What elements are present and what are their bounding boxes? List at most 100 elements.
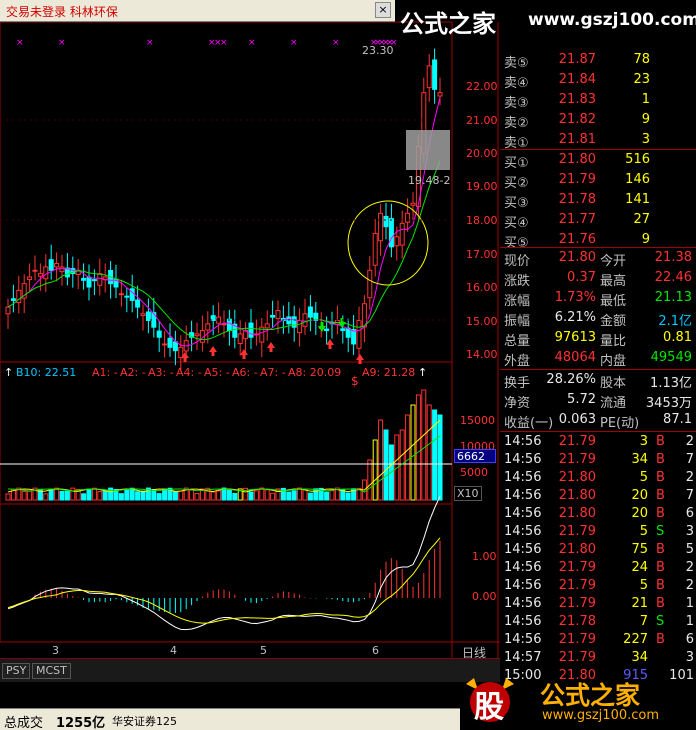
- candle-body: [59, 266, 65, 273]
- tick-row[interactable]: 14:56 21.80 5 B 2: [500, 468, 696, 488]
- stat-row[interactable]: 振幅 6.21% 金额 2.1亿: [500, 308, 696, 329]
- ask-row[interactable]: 卖② 21.82 9: [500, 110, 696, 131]
- tick-row[interactable]: 14:56 21.79 3 B 2: [500, 432, 696, 452]
- candle-body: [145, 311, 151, 322]
- bid-row[interactable]: 买② 21.79 146: [500, 170, 696, 191]
- macd-tick: 0.00: [472, 590, 497, 603]
- stat-row[interactable]: 总量 97613 量比 0.81: [500, 328, 696, 349]
- tick-time: 14:56: [504, 524, 542, 539]
- tick-time: 14:56: [504, 488, 542, 503]
- stat-label: 振幅: [504, 314, 531, 329]
- volume-bar: [156, 493, 162, 501]
- volume-bar: [194, 492, 200, 501]
- date-label: 6: [372, 644, 379, 657]
- volume-bar: [59, 491, 65, 501]
- candle-body: [399, 222, 405, 246]
- chart-axes: [0, 119, 452, 321]
- tick-side: B: [656, 488, 665, 503]
- tick-row[interactable]: 14:56 21.79 21 B 1: [500, 594, 696, 614]
- tab-psy[interactable]: PSY: [2, 663, 31, 679]
- volume-bar: [270, 492, 276, 501]
- tick-row[interactable]: 14:56 21.79 5 B 2: [500, 576, 696, 596]
- date-label: 4: [170, 644, 177, 657]
- volume-bar: [291, 490, 297, 501]
- tick-row[interactable]: 14:56 21.79 24 B 2: [500, 558, 696, 578]
- fund-row[interactable]: 换手 28.26% 股本 1.13亿: [500, 370, 696, 391]
- tick-row[interactable]: 14:56 21.79 5 S 3: [500, 522, 696, 542]
- tick-row[interactable]: 14:56 21.80 75 B 5: [500, 540, 696, 560]
- bid-row[interactable]: 买① 21.80 516: [500, 150, 696, 171]
- price-tick: 21.00: [466, 114, 498, 127]
- candle-body: [388, 218, 394, 248]
- volume-bar: [118, 493, 124, 501]
- candle-body: [378, 212, 384, 242]
- brand-logo-icon: 股: [460, 676, 520, 725]
- tick-price: 21.79: [558, 524, 596, 539]
- ask-price: 21.81: [558, 132, 596, 147]
- bid-price: 21.78: [558, 192, 596, 207]
- candle-body: [383, 215, 389, 228]
- tick-volume: 227: [623, 632, 648, 647]
- volume-bar: [97, 491, 103, 501]
- fund-label: 收益(一): [504, 416, 554, 431]
- price-tick: 16.00: [466, 281, 498, 294]
- date-label: 3: [52, 644, 59, 657]
- kline-chart[interactable]: × × × × × × × × × × × × × × × 23.30 19.48-2 $ ↑ B10: 2…: [0, 0, 500, 660]
- tick-row[interactable]: 14:56 21.79 227 B 6: [500, 630, 696, 650]
- tick-count: 7: [685, 452, 694, 467]
- volume-bar: [189, 489, 195, 501]
- tick-price: 21.79: [558, 650, 596, 665]
- bid-price: 21.76: [558, 232, 596, 247]
- ask-price: 21.82: [558, 112, 596, 127]
- stat-value: 97613: [554, 330, 596, 345]
- volume-bar: [43, 493, 49, 501]
- tick-volume: 3: [639, 434, 648, 449]
- tick-price: 21.79: [558, 434, 596, 449]
- fund-row[interactable]: 收益(一) 0.063 PE(动) 87.1: [500, 410, 696, 431]
- tick-count: 3: [685, 524, 694, 539]
- ask-row[interactable]: 卖④ 21.84 23: [500, 70, 696, 91]
- stat-row[interactable]: 外盘 48064 内盘 49549: [500, 348, 696, 369]
- tick-side: B: [656, 434, 665, 449]
- tick-time: 14:56: [504, 506, 542, 521]
- volume-bar: [286, 491, 292, 501]
- tick-row[interactable]: 14:57 21.79 34 3: [500, 648, 696, 668]
- bid-row[interactable]: 买④ 21.77 27: [500, 210, 696, 231]
- indicator-header: ↑ B10: 22.51 A1: - A2: - A3: - A4: - A5:…: [4, 366, 452, 380]
- tick-side: B: [656, 452, 665, 467]
- date-label: 5: [260, 644, 267, 657]
- ask-row[interactable]: 卖⑤ 21.87 78: [500, 50, 696, 71]
- candle-body: [151, 312, 157, 328]
- tab-mcst[interactable]: MCST: [32, 663, 71, 679]
- tick-time: 14:56: [504, 596, 542, 611]
- tick-side: B: [656, 542, 665, 557]
- bid-row[interactable]: 买③ 21.78 141: [500, 190, 696, 211]
- signal-marker: ×: [332, 38, 340, 48]
- price-tick: 18.00: [466, 214, 498, 227]
- macd-tick: 1.00: [472, 550, 497, 563]
- stat-row[interactable]: 涨幅 1.73% 最低 21.13: [500, 288, 696, 309]
- tick-row[interactable]: 14:56 21.80 20 B 7: [500, 486, 696, 506]
- ask-row[interactable]: 卖③ 21.83 1: [500, 90, 696, 111]
- price-tick: 17.00: [466, 248, 498, 261]
- ask-label: 卖⑤: [504, 56, 529, 71]
- tick-count: 5: [685, 542, 694, 557]
- stat-row[interactable]: 现价 21.80 今开 21.38: [500, 248, 696, 269]
- close-icon[interactable]: ×: [375, 2, 391, 18]
- stat-row[interactable]: 涨跌 0.37 最高 22.46: [500, 268, 696, 289]
- candle-body: [351, 329, 357, 345]
- ask-row[interactable]: 卖① 21.81 3: [500, 130, 696, 151]
- kline-chart-canvas[interactable]: × × × ××× × × × ××××××: [0, 0, 500, 658]
- fund-row[interactable]: 净资 5.72 流通 3453万: [500, 390, 696, 411]
- tick-row[interactable]: 14:56 21.80 20 B 6: [500, 504, 696, 524]
- bid-volume: 9: [641, 232, 650, 247]
- ask-volume: 1: [641, 92, 650, 107]
- buy-arrow-icon: [240, 349, 248, 359]
- tick-volume: 20: [631, 488, 648, 503]
- tick-row[interactable]: 14:56 21.79 34 B 7: [500, 450, 696, 470]
- price-tick: 15.00: [466, 315, 498, 328]
- tick-row[interactable]: 14:56 21.78 7 S 1: [500, 612, 696, 632]
- stat-value: 21.80: [558, 250, 596, 265]
- candle-body: [86, 276, 92, 288]
- price-tick: 19.00: [466, 180, 498, 193]
